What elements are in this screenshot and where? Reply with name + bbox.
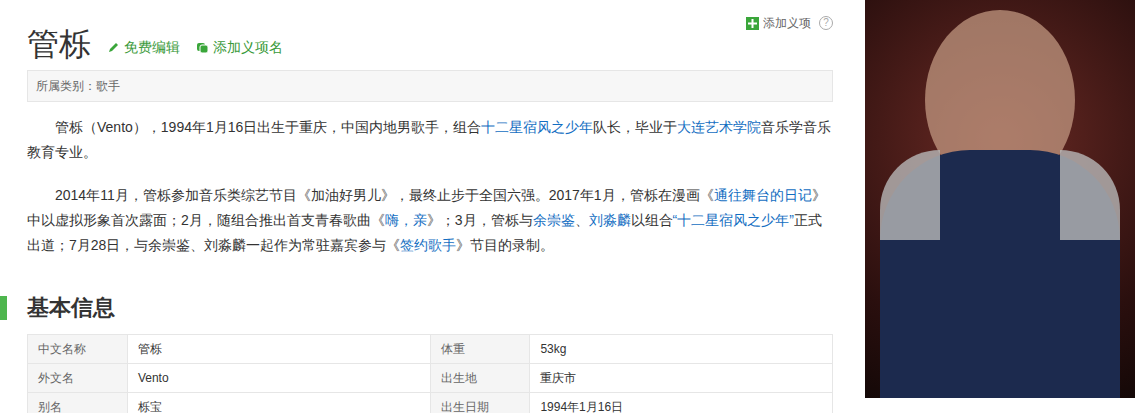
info-label: 体重 [431,335,531,364]
action-label[interactable]: 免费编辑 [124,37,180,58]
info-value: 管栎 [128,335,431,364]
info-label: 别名 [28,393,128,413]
text-run: 2014年11月，管栎参加音乐类综艺节目《加油好男儿》，最终止步于全国六强。20… [55,187,714,203]
portrait-photo [865,0,1135,398]
info-label: 出生地 [431,364,531,393]
info-value: 重庆市 [530,364,833,393]
entry-link[interactable]: 大连艺术学院 [677,119,761,135]
entry-link[interactable]: 通往舞台的日记 [714,187,812,203]
entry-link[interactable]: 签约歌手 [400,237,456,253]
summary-paragraph: 2014年11月，管栎参加音乐类综艺节目《加油好男儿》，最终止步于全国六强。20… [27,183,833,258]
section-title: 基本信息 [27,294,115,322]
info-row: 外文名Vento出生地重庆市 [28,364,833,393]
copy-icon [196,41,209,54]
info-value: Vento [128,364,431,393]
title-action[interactable]: 添加义项名 [196,37,283,64]
summary-paragraph: 管栎（Vento），1994年1月16日出生于重庆，中国内地男歌手，组合十二星宿… [27,115,833,165]
title-row: 管栎 免费编辑 添加义项名 [27,0,860,64]
entry-link[interactable]: 余崇鉴 [533,212,575,228]
entry-link[interactable]: 嗨，亲 [385,212,427,228]
summary: 管栎（Vento），1994年1月16日出生于重庆，中国内地男歌手，组合十二星宿… [27,115,833,258]
section-bar [0,296,7,320]
category-box: 所属类别：歌手 [27,70,833,102]
info-label: 出生日期 [431,393,531,413]
entry-link[interactable]: “十二星宿风之少年” [673,212,794,228]
page-title: 管栎 [27,24,91,64]
text-run: 、 [575,212,589,228]
info-value: 53kg [530,335,833,364]
info-value: 1994年1月16日 [530,393,833,413]
info-value: 栎宝 [128,393,431,413]
pencil-icon [107,41,120,54]
info-label: 外文名 [28,364,128,393]
entry-link[interactable]: 刘淼麟 [589,212,631,228]
action-label[interactable]: 添加义项名 [213,37,283,58]
plus-icon [746,17,759,30]
category-label: 所属类别： [36,79,96,93]
title-action[interactable]: 免费编辑 [107,37,180,64]
add-entry[interactable]: 添加义项? [746,14,833,32]
help-icon[interactable]: ? [819,16,833,30]
add-entry-label[interactable]: 添加义项 [763,14,811,32]
category-value[interactable]: 歌手 [96,79,120,93]
main-column: 添加义项? 管栎 免费编辑 添加义项名 所属类别：歌手 管栎（Vento），1994… [0,0,860,413]
section-heading: 基本信息 [0,294,860,322]
info-row: 中文名称管栎体重53kg [28,335,833,364]
text-run: 队长，毕业于 [593,119,677,135]
entry-link[interactable]: 十二星宿风之少年 [481,119,593,135]
info-table: 中文名称管栎体重53kg外文名Vento出生地重庆市别名栎宝出生日期1994年1… [27,334,833,413]
info-row: 别名栎宝出生日期1994年1月16日 [28,393,833,413]
text-run: 管栎（Vento），1994年1月16日出生于重庆，中国内地男歌手，组合 [55,119,481,135]
info-label: 中文名称 [28,335,128,364]
text-run: 以组合 [631,212,673,228]
text-run: 》节目的录制。 [456,237,554,253]
text-run: 》；3月，管栎与 [427,212,533,228]
